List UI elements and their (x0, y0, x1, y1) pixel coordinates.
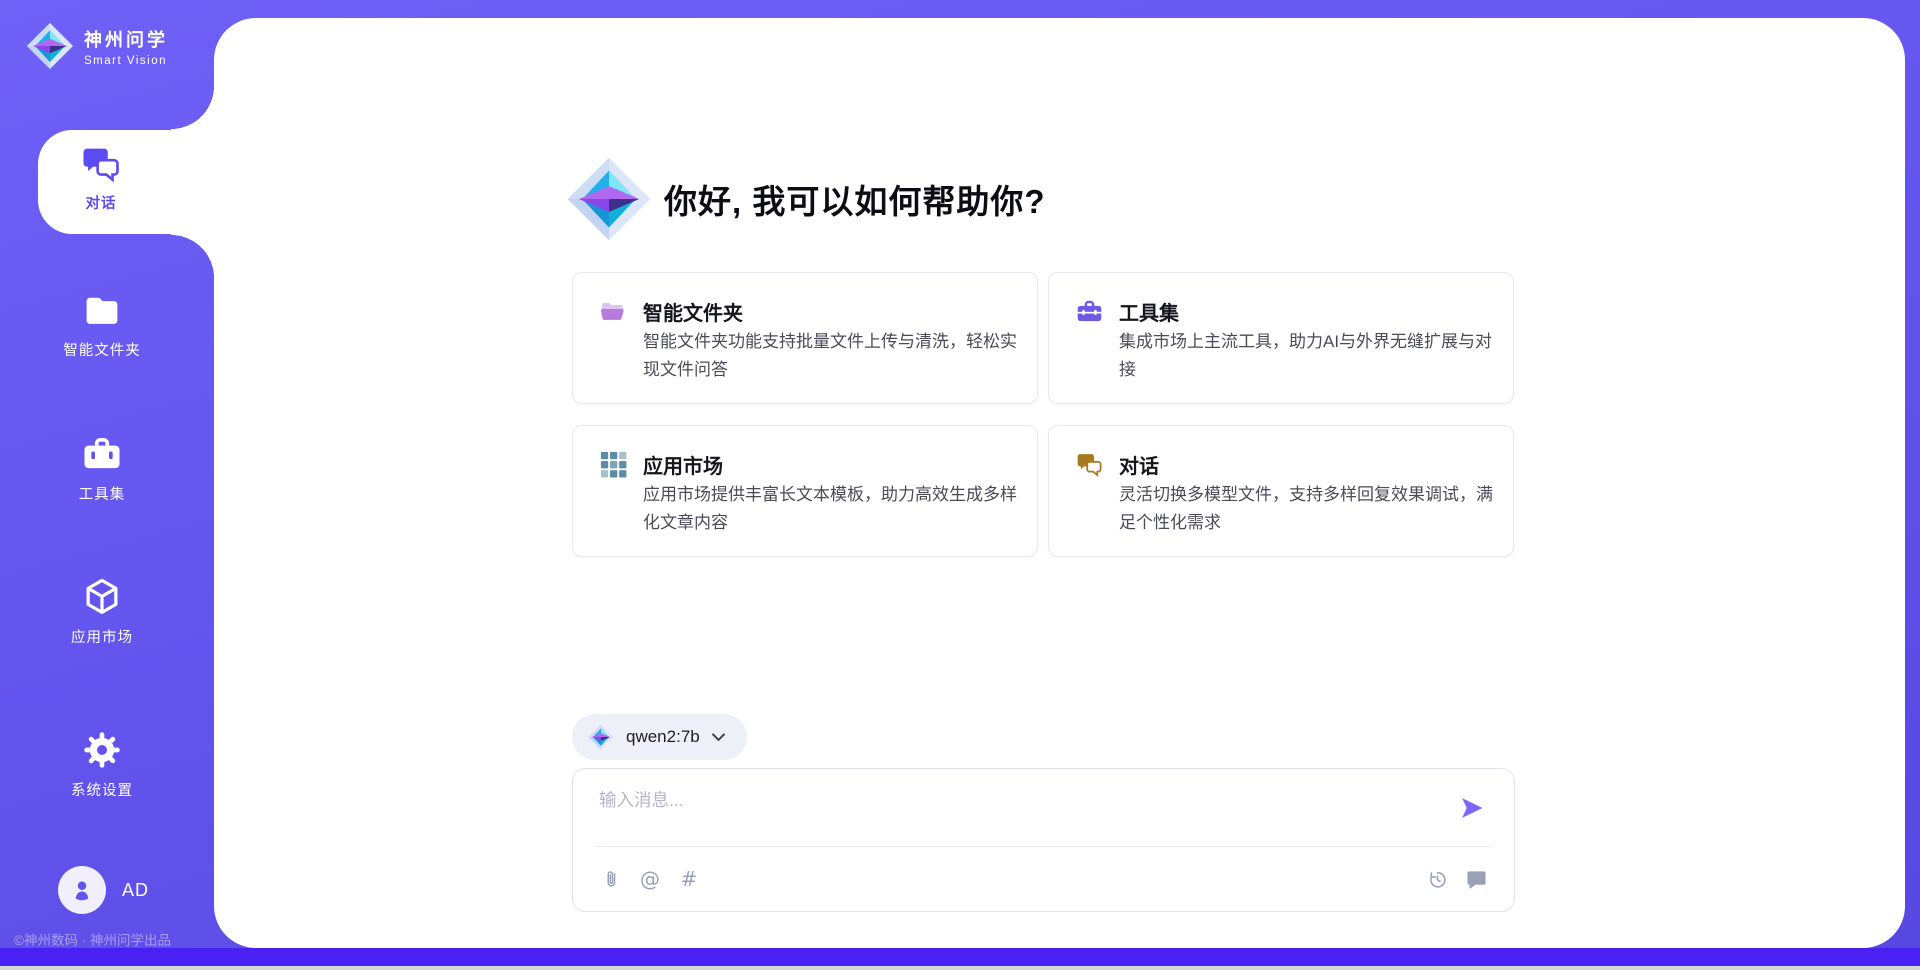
active-tab-fillet-top (171, 86, 215, 130)
horizontal-scrollbar[interactable] (0, 966, 1920, 970)
send-button[interactable] (1458, 794, 1486, 822)
cube-icon (82, 577, 122, 617)
hash-icon: # (681, 867, 698, 891)
sidebar-item-toolset[interactable]: 工具集 (0, 434, 204, 504)
chevron-down-icon (712, 733, 725, 742)
chat-icon (81, 144, 121, 184)
sidebar-item-label: 智能文件夹 (63, 339, 141, 360)
app-root: 神州问学 Smart Vision 对话 智能文件夹 工具集 (0, 0, 1920, 970)
card-title: 工具集 (1119, 297, 1179, 326)
card-title: 智能文件夹 (643, 297, 743, 326)
card-app-market[interactable]: 应用市场 应用市场提供丰富长文本模板，助力高效生成多样化文章内容 (572, 425, 1038, 557)
sidebar-item-label: 工具集 (79, 483, 126, 504)
history-button[interactable] (1425, 867, 1449, 891)
sidebar-item-label: 应用市场 (71, 626, 133, 647)
sidebar-item-smart-folder[interactable]: 智能文件夹 (0, 290, 204, 360)
card-title: 对话 (1119, 450, 1159, 479)
attach-file-button[interactable] (599, 867, 623, 891)
sidebar-item-app-market[interactable]: 应用市场 (0, 577, 204, 647)
brand-title: 神州问学 (84, 26, 168, 52)
greeting-text: 你好, 我可以如何帮助你? (664, 175, 1046, 223)
diamond-logo-icon (566, 156, 652, 242)
briefcase-icon (1076, 298, 1103, 325)
comment-icon (1466, 869, 1487, 890)
greeting-block: 你好, 我可以如何帮助你? (566, 156, 1046, 242)
new-conversation-button[interactable] (1464, 867, 1488, 891)
bottom-accent-strip (0, 948, 1920, 966)
sidebar-item-label: 系统设置 (71, 779, 133, 800)
active-tab-fillet-bottom (171, 234, 215, 278)
user-name: AD (122, 880, 149, 901)
sidebar-item-label: 对话 (86, 192, 117, 213)
message-composer: @ # (572, 768, 1515, 912)
message-input[interactable] (599, 787, 1439, 839)
send-icon (1458, 794, 1486, 822)
folder-open-icon (600, 298, 627, 325)
at-icon: @ (640, 867, 660, 891)
card-description: 智能文件夹功能支持批量文件上传与清洗，轻松实现文件问答 (643, 328, 1017, 384)
avatar (58, 866, 106, 914)
card-chat[interactable]: 对话 灵活切换多模型文件，支持多样回复效果调试，满足个性化需求 (1048, 425, 1514, 557)
model-name: qwen2:7b (626, 727, 700, 747)
card-description: 应用市场提供丰富长文本模板，助力高效生成多样化文章内容 (643, 481, 1017, 537)
sidebar-item-chat[interactable]: 对话 (38, 130, 216, 234)
model-selector[interactable]: qwen2:7b (572, 714, 747, 760)
user-account[interactable]: AD (58, 866, 149, 914)
history-icon (1427, 869, 1448, 890)
diamond-logo-icon (26, 22, 74, 70)
mention-button[interactable]: @ (638, 867, 662, 891)
main-panel: 你好, 我可以如何帮助你? 智能文件夹 智能文件夹功能支持批量文件上传与清洗，轻… (214, 18, 1905, 948)
apps-grid-icon (600, 451, 627, 478)
person-icon (67, 875, 97, 905)
paperclip-icon (601, 869, 622, 890)
card-description: 集成市场上主流工具，助力AI与外界无缝扩展与对接 (1119, 328, 1493, 384)
briefcase-icon (82, 434, 122, 474)
sidebar-item-settings[interactable]: 系统设置 (0, 730, 204, 800)
card-description: 灵活切换多模型文件，支持多样回复效果调试，满足个性化需求 (1119, 481, 1493, 537)
gear-icon (82, 730, 122, 770)
folder-icon (82, 290, 122, 330)
card-toolset[interactable]: 工具集 集成市场上主流工具，助力AI与外界无缝扩展与对接 (1048, 272, 1514, 404)
brand-subtitle: Smart Vision (84, 55, 168, 67)
composer-divider (595, 846, 1492, 847)
chat-icon (1076, 451, 1103, 478)
diamond-logo-icon (588, 724, 614, 750)
card-smart-folder[interactable]: 智能文件夹 智能文件夹功能支持批量文件上传与清洗，轻松实现文件问答 (572, 272, 1038, 404)
copyright-footer: ©神州数码 · 神州问学出品 (14, 929, 171, 949)
card-title: 应用市场 (643, 450, 723, 479)
topic-button[interactable]: # (677, 867, 701, 891)
brand-logo: 神州问学 Smart Vision (26, 22, 168, 70)
